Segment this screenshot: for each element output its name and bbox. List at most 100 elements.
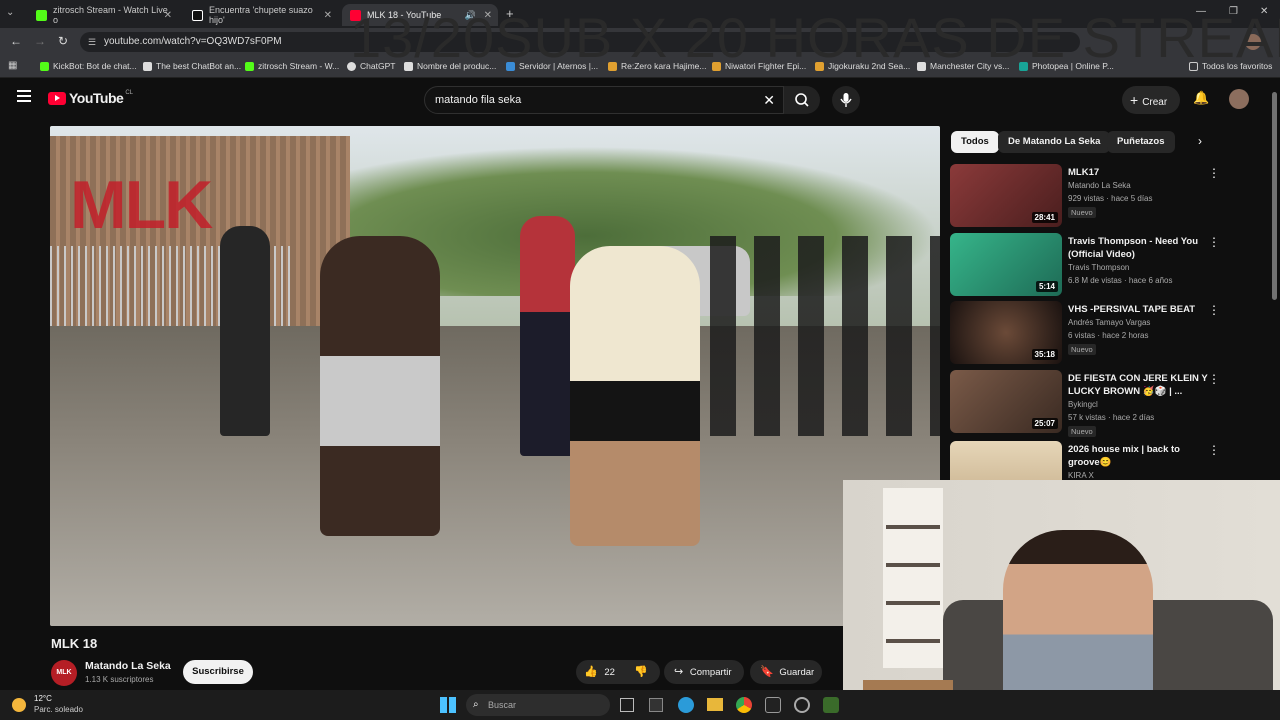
- video-thumbnail[interactable]: 5:14: [950, 233, 1062, 296]
- browser-tab[interactable]: Encuentra 'chupete suazo hijo' ✕: [184, 4, 338, 26]
- apps-icon[interactable]: ▦: [8, 60, 17, 71]
- recommendation-channel[interactable]: KIRA X: [1068, 471, 1094, 480]
- start-icon[interactable]: [440, 697, 456, 713]
- recommendation-item[interactable]: 28:41 MLK17 Matando La Seka 929 vistas ·…: [950, 164, 1270, 228]
- voice-search-button[interactable]: [832, 86, 860, 114]
- tab-label: Encuentra 'chupete suazo hijo': [209, 5, 313, 25]
- channel-avatar[interactable]: MLK: [51, 660, 77, 686]
- menu-icon[interactable]: [17, 90, 31, 102]
- channel-name[interactable]: Matando La Seka: [85, 660, 171, 672]
- video-title: MLK 18: [51, 636, 98, 651]
- recommendation-title[interactable]: DE FIESTA CON JERE KLEIN Y LUCKY BROWN 🥳…: [1068, 372, 1208, 398]
- subscribe-button[interactable]: Suscribirse: [183, 660, 253, 684]
- terminal-icon[interactable]: [649, 698, 663, 712]
- avatar[interactable]: [1229, 89, 1249, 109]
- settings-icon[interactable]: [794, 697, 810, 713]
- share-icon: ↪: [674, 666, 684, 678]
- video-thumbnail[interactable]: 25:07: [950, 370, 1062, 433]
- chrome-icon[interactable]: [736, 697, 752, 713]
- youtube-logo[interactable]: YouTube CL: [48, 90, 133, 106]
- app-icon[interactable]: [823, 697, 839, 713]
- bookmark-item[interactable]: zitrosch Stream - W...: [245, 61, 339, 71]
- more-options-icon[interactable]: ⋮: [1208, 166, 1220, 180]
- browser-tab[interactable]: zitrosch Stream - Watch Live o ✕: [28, 4, 178, 26]
- chip-punches[interactable]: Puñetazos: [1107, 131, 1175, 153]
- reload-icon[interactable]: ↻: [58, 34, 68, 48]
- video-player[interactable]: MLK: [50, 126, 940, 626]
- notifications-icon[interactable]: 🔔: [1193, 90, 1209, 106]
- youtube-wordmark: YouTube: [69, 90, 124, 106]
- scrollbar[interactable]: [1272, 92, 1277, 300]
- temperature: 12°C: [34, 694, 52, 703]
- duration-badge: 35:18: [1031, 349, 1058, 360]
- recommendation-item[interactable]: 5:14 Travis Thompson - Need You (Officia…: [950, 233, 1270, 297]
- recommendation-title[interactable]: 2026 house mix | back to groove😊: [1068, 443, 1208, 469]
- more-options-icon[interactable]: ⋮: [1208, 303, 1220, 317]
- like-dislike-group: 👍 22 👎: [576, 660, 660, 684]
- recommendation-item[interactable]: 25:07 DE FIESTA CON JERE KLEIN Y LUCKY B…: [950, 370, 1270, 437]
- tiktok-icon: [192, 9, 203, 21]
- app-icon[interactable]: [765, 697, 781, 713]
- more-options-icon[interactable]: ⋮: [1208, 235, 1220, 249]
- duration-badge: 5:14: [1035, 281, 1058, 292]
- bookmark-label: zitrosch Stream - W...: [258, 61, 340, 71]
- new-badge: Nuevo: [1068, 207, 1096, 218]
- close-tab-icon[interactable]: ✕: [324, 10, 332, 21]
- video-thumbnail[interactable]: 28:41: [950, 164, 1062, 227]
- stream-overlay-text: 13/20SUB X 20 HORAS DE STREAM: [350, 6, 1280, 69]
- search-button[interactable]: [784, 86, 820, 114]
- recommendation-channel[interactable]: Bykingcl: [1068, 400, 1098, 409]
- recommendation-channel[interactable]: Andrés Tamayo Vargas: [1068, 318, 1150, 327]
- create-button[interactable]: + Crear: [1122, 86, 1180, 114]
- tab-list-icon[interactable]: ⌄: [6, 7, 20, 21]
- share-button[interactable]: ↪ Compartir: [664, 660, 744, 684]
- recommendation-channel[interactable]: Travis Thompson: [1068, 263, 1129, 272]
- dislike-icon[interactable]: 👎: [634, 660, 648, 684]
- back-icon[interactable]: ←: [10, 34, 22, 48]
- search-input[interactable]: matando fila seka ✕: [424, 86, 784, 114]
- youtube-masthead: YouTube CL matando fila seka ✕ + Crear 🔔: [0, 78, 1280, 122]
- task-view-icon[interactable]: [620, 698, 634, 712]
- taskbar-search[interactable]: ⌕ Buscar: [466, 694, 610, 716]
- like-button[interactable]: 👍 22: [584, 660, 615, 685]
- recommendation-meta: 6.8 M de vistas · hace 6 años: [1068, 276, 1173, 285]
- more-options-icon[interactable]: ⋮: [1208, 443, 1220, 457]
- video-thumbnail[interactable]: [950, 441, 1062, 481]
- region-code: CL: [125, 90, 133, 96]
- site-info-icon[interactable]: ☰: [88, 32, 96, 52]
- edge-icon[interactable]: [678, 697, 694, 713]
- windows-taskbar: 12°C Parc. soleado ⌕ Buscar: [0, 690, 1280, 720]
- close-tab-icon[interactable]: ✕: [164, 10, 172, 21]
- video-fighter-left: [320, 236, 440, 536]
- bookmark-icon: 🔖: [760, 666, 774, 678]
- chip-next-icon[interactable]: ›: [1198, 134, 1202, 148]
- search-icon: ⌕: [473, 699, 479, 710]
- recommendation-item[interactable]: 2026 house mix | back to groove😊 KIRA X …: [950, 441, 1270, 481]
- recommendation-title[interactable]: VHS -PERSIVAL TAPE BEAT: [1068, 303, 1208, 316]
- bookmark-item[interactable]: The best ChatBot an...: [143, 61, 241, 71]
- webcam-shelf: [883, 488, 943, 668]
- save-button[interactable]: 🔖 Guardar: [750, 660, 822, 684]
- forward-icon[interactable]: →: [34, 34, 46, 48]
- new-badge: Nuevo: [1068, 344, 1096, 355]
- microphone-icon: [840, 93, 852, 107]
- file-explorer-icon[interactable]: [707, 698, 723, 711]
- bookmark-item[interactable]: KickBot: Bot de chat...: [40, 61, 137, 71]
- webcam-overlay: [843, 480, 1280, 720]
- video-fighter-right: [570, 246, 700, 546]
- more-options-icon[interactable]: ⋮: [1208, 372, 1220, 386]
- clear-search-icon[interactable]: ✕: [763, 87, 775, 113]
- mlk-watermark: MLK: [70, 166, 213, 244]
- bookmark-label: The best ChatBot an...: [156, 61, 242, 71]
- bookmark-icon: [143, 61, 152, 71]
- video-thumbnail[interactable]: 35:18: [950, 301, 1062, 364]
- chip-all[interactable]: Todos: [951, 131, 999, 153]
- recommendation-title[interactable]: MLK17: [1068, 166, 1208, 179]
- recommendation-item[interactable]: 35:18 VHS -PERSIVAL TAPE BEAT Andrés Tam…: [950, 301, 1270, 365]
- recommendation-channel[interactable]: Matando La Seka: [1068, 181, 1131, 190]
- recommendation-meta: 6 vistas · hace 2 horas: [1068, 331, 1149, 340]
- recommendation-title[interactable]: Travis Thompson - Need You (Official Vid…: [1068, 235, 1208, 261]
- bookmark-label: KickBot: Bot de chat...: [53, 61, 137, 71]
- subscriber-count: 1.13 K suscriptores: [85, 675, 154, 684]
- chip-from-channel[interactable]: De Matando La Seka: [998, 131, 1111, 153]
